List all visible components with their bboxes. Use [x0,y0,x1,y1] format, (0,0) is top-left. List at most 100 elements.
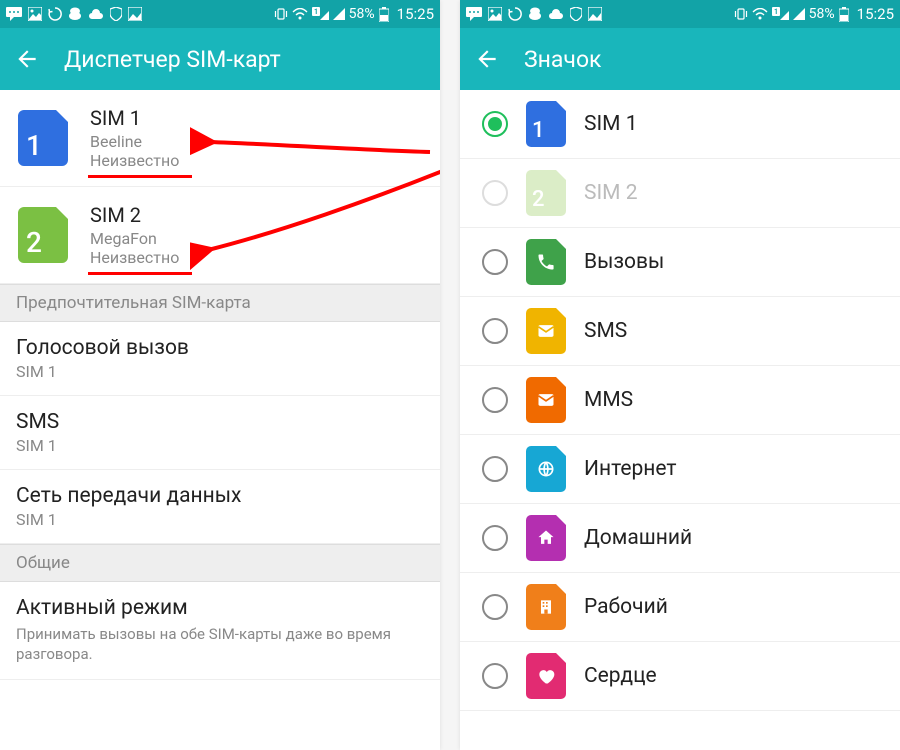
icon-option-label: Домашний [584,526,692,550]
section-general: Общие [0,544,440,582]
sms-notif-icon [466,7,482,21]
app-icon [68,7,82,21]
back-icon[interactable] [474,46,500,72]
sim1-icon: 1 [526,101,566,147]
vibrate-icon [734,7,748,21]
signal-icon [793,8,805,20]
image-icon [28,7,42,21]
content-left: 1 SIM 1 Beeline Неизвестно 2 SIM 2 MegaF… [0,90,440,750]
shield-icon [570,7,582,21]
active-title: Активный режим [16,596,424,620]
radio-button[interactable] [482,663,508,689]
sim1-state: Неизвестно [90,151,422,170]
sim1-signal-icon: 1 [772,7,789,21]
icon-option-label: SIM 1 [584,112,638,136]
status-bar-right: 1 58% 15:25 [460,0,900,28]
radio-button[interactable] [482,456,508,482]
icon-option-3[interactable]: SMS [460,297,900,366]
radio-button[interactable] [482,525,508,551]
app-bar: Диспетчер SIM-карт [0,28,440,90]
page-title-right: Значок [524,46,602,73]
sim2-state: Неизвестно [90,248,422,267]
sms-value: SIM 1 [16,436,424,455]
icon-option-4[interactable]: MMS [460,366,900,435]
battery-text-r: 58% [809,6,835,22]
radio-button[interactable] [482,594,508,620]
active-mode-row[interactable]: Активный режим Принимать вызовы на обе S… [0,582,440,680]
wifi-icon [752,8,768,20]
sim2-icon: 2 [18,207,68,263]
cloud-icon [88,8,104,20]
sim1-icon: 1 [18,110,68,166]
annotation-underline-2 [88,272,192,275]
voice-row[interactable]: Голосовой вызов SIM 1 [0,322,440,396]
icon-option-label: Сердце [584,664,657,688]
battery-icon [839,7,849,22]
app-icon [528,7,542,21]
battery-icon [379,7,389,22]
radio-button [482,180,508,206]
data-value: SIM 1 [16,510,424,529]
radio-button[interactable] [482,318,508,344]
icon-option-label: Интернет [584,457,677,481]
voice-title: Голосовой вызов [16,336,424,360]
icon-option-6[interactable]: Домашний [460,504,900,573]
radio-button[interactable] [482,387,508,413]
icon-option-label: MMS [584,388,633,412]
svg-text:1: 1 [774,8,778,16]
mms-icon [526,377,566,423]
sim2-icon: 2 [526,170,566,216]
radio-button[interactable] [482,111,508,137]
app-bar-right: Значок [460,28,900,90]
heart-icon [526,653,566,699]
image-icon [488,7,502,21]
sms-title: SMS [16,410,424,434]
data-title: Сеть передачи данных [16,484,424,508]
sim1-text: SIM 1 Beeline Неизвестно [90,106,422,170]
status-bar: 1 58% 15:25 [0,0,440,28]
section-preferred: Предпочтительная SIM-карта [0,284,440,322]
clock-text: 15:25 [397,5,434,23]
svg-text:1: 1 [314,8,318,16]
icon-option-7[interactable]: Рабочий [460,573,900,642]
back-icon[interactable] [14,46,40,72]
radio-button[interactable] [482,249,508,275]
sms-icon [526,308,566,354]
clock-text-r: 15:25 [857,5,894,23]
sim1-carrier: Beeline [90,132,422,151]
icon-option-label: SMS [584,319,627,343]
data-row[interactable]: Сеть передачи данных SIM 1 [0,470,440,544]
sim2-text: SIM 2 MegaFon Неизвестно [90,203,422,267]
image2-icon [588,7,602,21]
status-icons-left [6,7,142,21]
icon-option-2[interactable]: Вызовы [460,228,900,297]
cloud-icon [548,8,564,20]
active-desc: Принимать вызовы на обе SIM-карты даже в… [16,624,424,665]
icon-options-list: 1 SIM 1 2SIM 2 Вызовы SMS MMS Интернет Домашний… [460,90,900,750]
work-icon [526,584,566,630]
sms-notif-icon [6,7,22,21]
wifi-icon [292,8,308,20]
refresh-icon [508,7,522,21]
icon-option-label: Рабочий [584,595,668,619]
vibrate-icon [274,7,288,21]
signal-icon [333,8,345,20]
icon-option-8[interactable]: Сердце [460,642,900,711]
sms-row[interactable]: SMS SIM 1 [0,396,440,470]
sim1-signal-icon: 1 [312,7,329,21]
sim2-row[interactable]: 2 SIM 2 MegaFon Неизвестно [0,187,440,284]
home-icon [526,515,566,561]
battery-text: 58% [349,6,375,22]
annotation-underline-1 [88,175,192,178]
phone-right: 1 58% 15:25 Значок 1 SIM 1 2SIM 2 Вызовы SMS… [460,0,900,750]
sim2-num: 2 [26,226,42,259]
icon-option-1: 2SIM 2 [460,159,900,228]
sim2-carrier: MegaFon [90,229,422,248]
icon-option-5[interactable]: Интернет [460,435,900,504]
icon-option-0[interactable]: 1 SIM 1 [460,90,900,159]
status-icons-left-r [466,7,602,21]
sim1-row[interactable]: 1 SIM 1 Beeline Неизвестно [0,90,440,187]
icon-option-label: Вызовы [584,250,664,274]
status-icons-right: 1 58% 15:25 [274,5,434,23]
globe-icon [526,446,566,492]
